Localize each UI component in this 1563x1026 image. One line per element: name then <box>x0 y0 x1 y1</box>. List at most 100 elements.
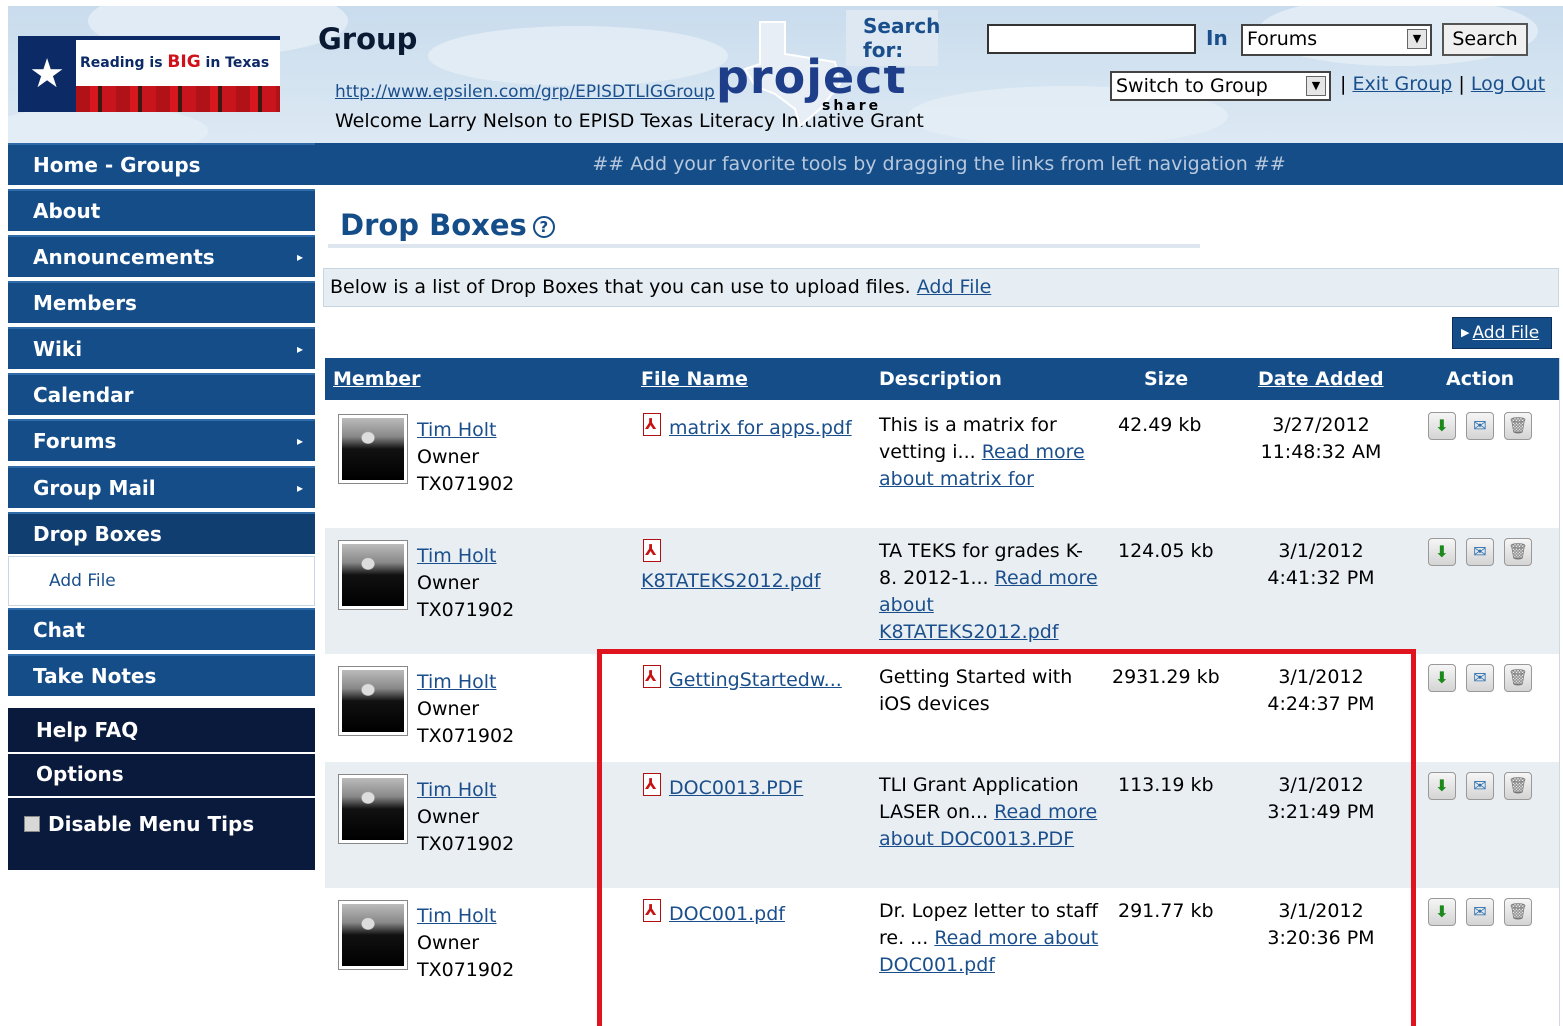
download-icon[interactable]: ⬇ <box>1428 538 1456 566</box>
add-file-link[interactable]: Add File <box>917 276 992 298</box>
download-icon[interactable]: ⬇ <box>1428 412 1456 440</box>
send-mail-icon[interactable]: ✉ <box>1466 664 1494 692</box>
column-header-date-added[interactable]: Date Added <box>1258 358 1384 400</box>
download-icon[interactable]: ⬇ <box>1428 898 1456 926</box>
help-icon[interactable]: ? <box>532 216 555 238</box>
member-role: Owner <box>417 806 480 828</box>
options-link[interactable]: Options <box>8 754 315 796</box>
sidebar-item-forums[interactable]: Forums ▸ <box>8 419 315 461</box>
switch-group-select[interactable]: Switch to Group ▼ <box>1110 71 1331 101</box>
sidebar-item-group-mail[interactable]: Group Mail ▸ <box>8 466 315 508</box>
date-added: 3/1/2012 <box>1278 900 1364 922</box>
sidebar-item-members[interactable]: Members <box>8 281 315 323</box>
chevron-right-icon: ▸ <box>296 481 303 495</box>
chevron-down-icon: ▼ <box>1407 29 1427 49</box>
member-name-link[interactable]: Tim Holt <box>417 545 497 567</box>
reading-is-big-logo[interactable]: ★ Reading is BIG in Texas <box>18 36 280 112</box>
table-row: Tim Holt Owner TX071902 ⅄ GettingStartedw… <box>325 654 1560 762</box>
member-id: TX071902 <box>417 833 515 855</box>
member-name-link[interactable]: Tim Holt <box>417 419 497 441</box>
member-name-link[interactable]: Tim Holt <box>417 779 497 801</box>
sidebar-item-about[interactable]: About <box>8 189 315 231</box>
date-added: 3/27/2012 <box>1272 414 1370 436</box>
search-in-label: In <box>1206 26 1228 50</box>
chevron-right-icon: ▸ <box>296 250 303 264</box>
pdf-icon: ⅄ <box>641 665 663 689</box>
add-file-button[interactable]: ▶ Add File <box>1452 317 1552 349</box>
send-mail-icon[interactable]: ✉ <box>1466 772 1494 800</box>
download-icon[interactable]: ⬇ <box>1428 664 1456 692</box>
member-id: TX071902 <box>417 599 515 621</box>
table-row: Tim Holt Owner TX071902 ⅄ DOC001.pdf Dr. … <box>325 888 1560 1026</box>
avatar[interactable] <box>338 774 408 844</box>
send-mail-icon[interactable]: ✉ <box>1466 898 1494 926</box>
search-button[interactable]: Search <box>1442 23 1528 56</box>
table-row: Tim Holt Owner TX071902 ⅄ matrix for apps… <box>325 400 1560 528</box>
group-url-link[interactable]: http://www.epsilen.com/grp/EPISDTLIGGrou… <box>335 82 715 102</box>
avatar[interactable] <box>338 666 408 736</box>
table-row: Tim Holt Owner TX071902 ⅄ DOC0013.PDF TLI… <box>325 762 1560 888</box>
pdf-icon: ⅄ <box>641 413 663 437</box>
send-mail-icon[interactable]: ✉ <box>1466 538 1494 566</box>
chevron-right-icon: ▸ <box>296 434 303 448</box>
page-header: ★ Reading is BIG in Texas Group http://w… <box>0 0 1563 143</box>
favorite-tools-banner[interactable]: ## Add your favorite tools by dragging t… <box>315 143 1563 185</box>
disable-menu-tips-toggle[interactable]: Disable Menu Tips <box>8 798 315 870</box>
date-added: 3/1/2012 <box>1278 774 1364 796</box>
date-added: 3/1/2012 <box>1278 540 1364 562</box>
trash-icon[interactable]: 🗑 <box>1504 772 1532 800</box>
description-text: Getting Started with iOS devices <box>879 666 1073 715</box>
column-header-file-name[interactable]: File Name <box>641 358 748 400</box>
pdf-icon: ⅄ <box>641 899 663 923</box>
member-role: Owner <box>417 698 480 720</box>
table-row: Tim Holt Owner TX071902 ⅄ K8TATEKS2012.pd… <box>325 528 1560 654</box>
pdf-icon: ⅄ <box>641 539 663 563</box>
file-size: 42.49 kb <box>1118 414 1202 436</box>
checkbox-icon[interactable] <box>24 816 40 832</box>
trash-icon[interactable]: 🗑 <box>1504 664 1532 692</box>
sidebar-item-drop-boxes[interactable]: Drop Boxes <box>8 512 315 554</box>
file-size: 2931.29 kb <box>1112 666 1220 688</box>
trash-icon[interactable]: 🗑 <box>1504 538 1532 566</box>
file-size: 291.77 kb <box>1118 900 1214 922</box>
search-scope-select[interactable]: Forums ▼ <box>1241 24 1432 56</box>
sidebar-item-chat[interactable]: Chat <box>8 608 315 650</box>
file-name-link[interactable]: DOC001.pdf <box>669 903 785 925</box>
log-out-link[interactable]: Log Out <box>1471 73 1545 95</box>
avatar[interactable] <box>338 900 408 970</box>
help-faq-link[interactable]: Help FAQ <box>8 708 315 752</box>
search-label: Search for: <box>863 14 941 62</box>
star-icon: ★ <box>18 36 76 112</box>
trash-icon[interactable]: 🗑 <box>1504 412 1532 440</box>
member-name-link[interactable]: Tim Holt <box>417 905 497 927</box>
file-name-link[interactable]: DOC0013.PDF <box>669 777 803 799</box>
sidebar-item-announcements[interactable]: Announcements ▸ <box>8 235 315 277</box>
sidebar-item-take-notes[interactable]: Take Notes <box>8 654 315 696</box>
chevron-right-icon: ▸ <box>296 342 303 356</box>
member-id: TX071902 <box>417 959 515 981</box>
avatar[interactable] <box>338 540 408 610</box>
sidebar-item-home-groups[interactable]: Home - Groups <box>8 143 315 185</box>
file-name-link[interactable]: matrix for apps.pdf <box>669 417 852 439</box>
member-id: TX071902 <box>417 473 515 495</box>
column-header-member[interactable]: Member <box>333 358 420 400</box>
file-name-link[interactable]: K8TATEKS2012.pdf <box>641 570 821 592</box>
file-name-link[interactable]: GettingStartedw... <box>669 669 842 691</box>
send-mail-icon[interactable]: ✉ <box>1466 412 1494 440</box>
download-icon[interactable]: ⬇ <box>1428 772 1456 800</box>
column-header-description: Description <box>879 368 1002 390</box>
member-name-link[interactable]: Tim Holt <box>417 671 497 693</box>
sidebar-subitem-add-file[interactable]: Add File <box>8 556 315 606</box>
member-role: Owner <box>417 572 480 594</box>
member-id: TX071902 <box>417 725 515 747</box>
search-input[interactable] <box>987 24 1196 54</box>
avatar[interactable] <box>338 414 408 484</box>
page-title: Drop Boxes? <box>340 208 555 242</box>
group-title: Group <box>318 22 418 56</box>
sidebar-item-wiki[interactable]: Wiki ▸ <box>8 327 315 369</box>
time-added: 11:48:32 AM <box>1260 441 1382 463</box>
trash-icon[interactable]: 🗑 <box>1504 898 1532 926</box>
triangle-right-icon: ▶ <box>1461 326 1470 339</box>
sidebar-item-calendar[interactable]: Calendar <box>8 373 315 415</box>
exit-group-link[interactable]: Exit Group <box>1352 73 1452 95</box>
